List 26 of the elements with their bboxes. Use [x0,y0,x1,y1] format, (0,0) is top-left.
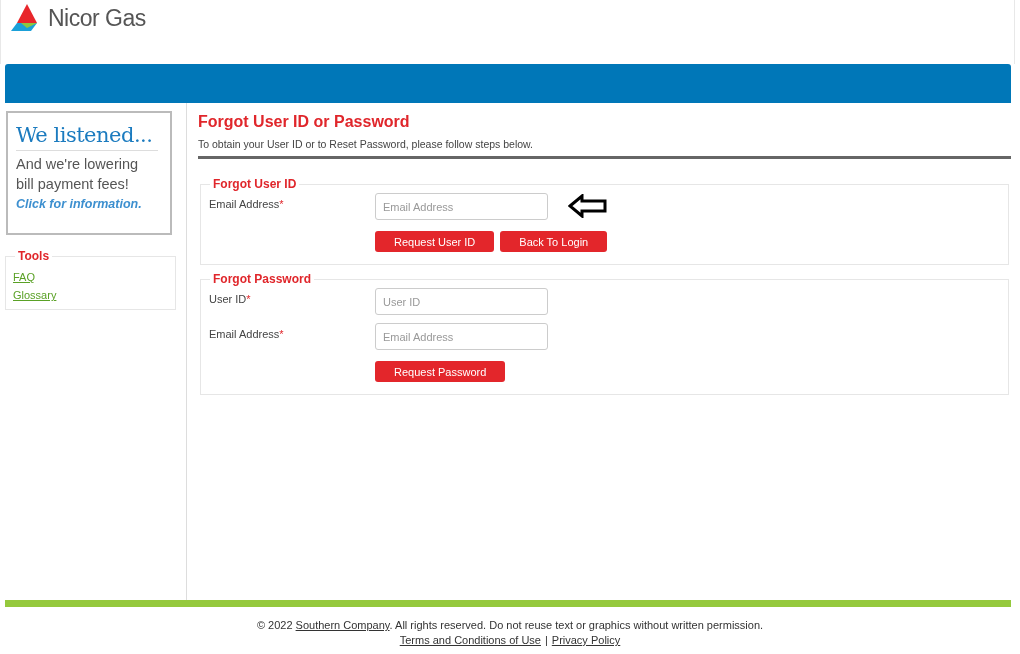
section-title: Forgot Password [212,272,312,286]
input-field[interactable]: Email Address [375,193,548,220]
input-field[interactable]: User ID [375,288,548,315]
promo-title: We listened... [16,123,158,151]
field-label: User ID* [209,292,252,305]
page-title: Forgot User ID or Password [198,113,411,131]
promo-banner[interactable]: We listened... And we're lowering bill payment fees! Click for information. [6,111,172,235]
field-label: Email Address* [209,197,285,210]
tool-link[interactable]: Glossary [13,289,168,301]
field-label: Email Address* [209,327,285,340]
section-title: Forgot User ID [212,177,298,191]
input-field[interactable]: Email Address [375,323,548,350]
logo-text: Nicor Gas [48,4,146,32]
action-button[interactable]: Request Password [375,361,506,382]
action-button[interactable]: Request User ID [375,231,495,252]
separator-text: | [544,634,548,646]
promo-link[interactable]: Click for information. [16,197,170,211]
footer-link[interactable]: Privacy Policy [551,634,621,646]
company-link[interactable]: Southern Company [295,619,390,631]
tool-link[interactable]: FAQ [13,271,168,283]
copyright-text: © 2022 Southern Company. All rights reserved. Do not reuse text or graphics without written permission. [256,619,764,631]
tools-title: Tools [17,249,51,263]
action-button[interactable]: Back To Login [500,231,608,252]
footer-link[interactable]: Terms and Conditions of Use [399,634,541,646]
intro-text: To obtain your User ID or to Reset Password, please follow steps below. [198,138,534,150]
promo-text: And we're lowering bill payment fees! [16,155,140,194]
